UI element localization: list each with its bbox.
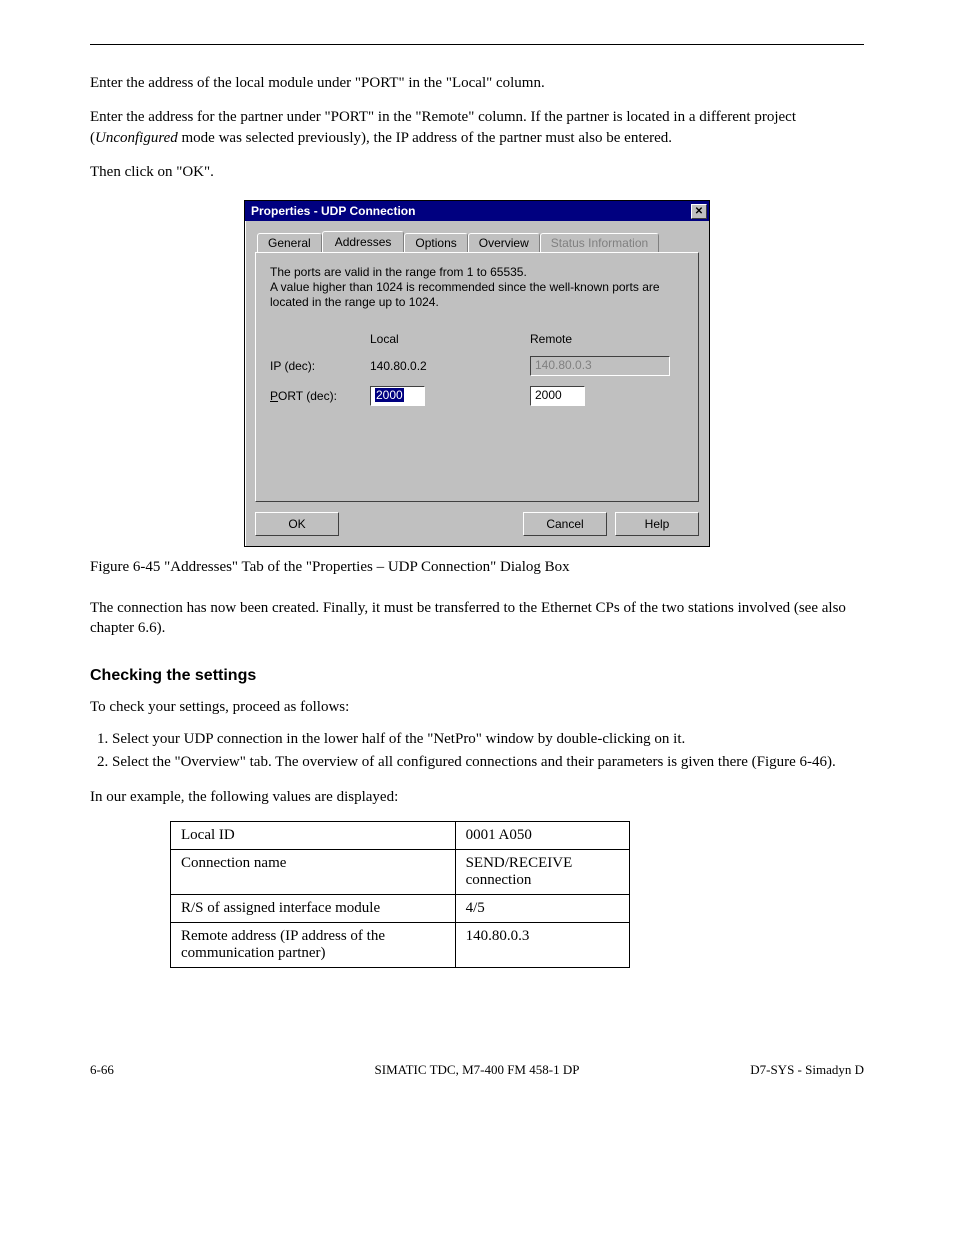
info-line-2: A value higher than 1024 is recommended … [270, 280, 684, 310]
close-icon: ✕ [695, 206, 703, 217]
dialog-titlebar[interactable]: Properties - UDP Connection ✕ [245, 201, 709, 221]
table-lead: In our example, the following values are… [90, 787, 864, 807]
tab-panel-addresses: The ports are valid in the range from 1 … [255, 252, 699, 502]
port-local-input[interactable]: 2000 [370, 386, 425, 406]
tab-overview[interactable]: Overview [468, 233, 540, 252]
cell-value: 0001 A050 [455, 822, 629, 850]
cell-label: Connection name [171, 850, 456, 895]
table-row: R/S of assigned interface module 4/5 [171, 895, 630, 923]
tab-general[interactable]: General [257, 233, 322, 252]
page-footer: 6-66 SIMATIC TDC, M7-400 FM 458-1 DP D7-… [90, 1038, 864, 1078]
top-rule [90, 44, 864, 45]
settings-table: Local ID 0001 A050 Connection name SEND/… [170, 821, 630, 968]
list-item: Select the "Overview" tab. The overview … [112, 754, 864, 771]
dialog-udp-properties: Properties - UDP Connection ✕ General Ad… [244, 200, 710, 547]
list-item: Select your UDP connection in the lower … [112, 731, 864, 748]
table-row: Remote address (IP address of the commun… [171, 923, 630, 968]
ok-button[interactable]: OK [255, 512, 339, 536]
dialog-title: Properties - UDP Connection [251, 204, 415, 218]
table-row: Connection name SEND/RECEIVE connection [171, 850, 630, 895]
cell-label: Remote address (IP address of the commun… [171, 923, 456, 968]
close-button[interactable]: ✕ [691, 204, 707, 219]
tab-row: General Addresses Options Overview Statu… [255, 231, 699, 252]
info-line-1: The ports are valid in the range from 1 … [270, 265, 684, 280]
section-lead: To check your settings, proceed as follo… [90, 697, 864, 717]
figure-caption: Figure 6-45 "Addresses" Tab of the "Prop… [90, 559, 864, 576]
footer-center: SIMATIC TDC, M7-400 FM 458-1 DP [375, 1062, 580, 1078]
tab-options[interactable]: Options [404, 233, 467, 252]
port-remote-input[interactable]: 2000 [530, 386, 585, 406]
intro-p1: Enter the address of the local module un… [90, 73, 864, 93]
cell-value: 4/5 [455, 895, 629, 923]
intro-p3: Then click on "OK". [90, 162, 864, 182]
help-button[interactable]: Help [615, 512, 699, 536]
cell-label: Local ID [171, 822, 456, 850]
info-text: The ports are valid in the range from 1 … [270, 265, 684, 310]
ip-remote-field: 140.80.0.3 [530, 356, 670, 376]
intro-block: Enter the address of the local module un… [90, 73, 864, 182]
cell-value: SEND/RECEIVE connection [455, 850, 629, 895]
footer-left: 6-66 [90, 1062, 114, 1078]
after-p1: The connection has now been created. Fin… [90, 598, 864, 639]
section-heading: Checking the settings [90, 667, 864, 685]
cell-value: 140.80.0.3 [455, 923, 629, 968]
table-row: Local ID 0001 A050 [171, 822, 630, 850]
col-remote-header: Remote [530, 332, 690, 346]
tab-status-information: Status Information [540, 233, 659, 252]
steps-list: Select your UDP connection in the lower … [90, 731, 864, 771]
ip-local-value: 140.80.0.2 [370, 359, 530, 373]
cancel-button[interactable]: Cancel [523, 512, 607, 536]
tab-addresses[interactable]: Addresses [322, 231, 405, 252]
row-ip-label: IP (dec): [270, 359, 370, 373]
cell-label: R/S of assigned interface module [171, 895, 456, 923]
col-local-header: Local [370, 332, 530, 346]
footer-right: D7-SYS - Simadyn D [750, 1062, 864, 1078]
row-port-label: PORT (dec): [270, 389, 370, 403]
intro-p2: Enter the address for the partner under … [90, 107, 864, 148]
